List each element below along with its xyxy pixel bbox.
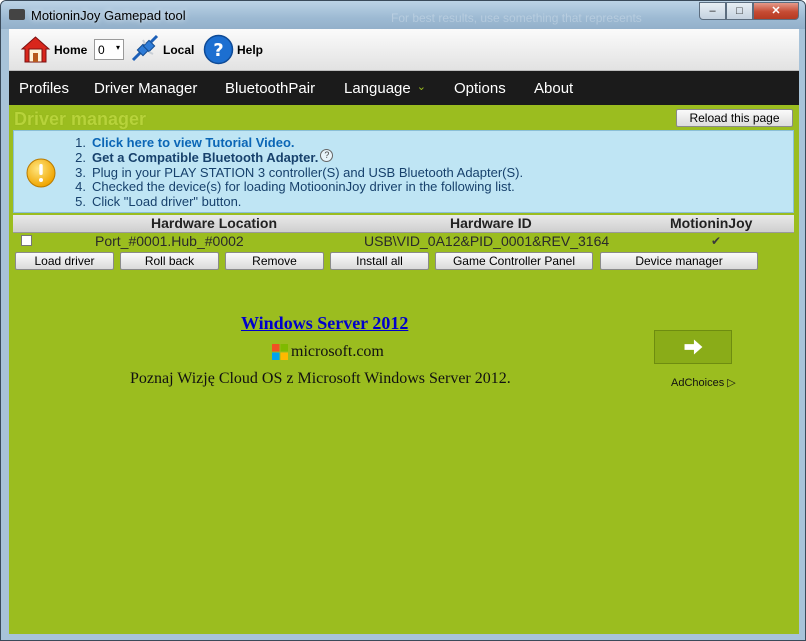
install-all-button[interactable]: Install all	[330, 252, 429, 270]
driver-loaded-check-icon: ✔	[711, 234, 722, 248]
instruction-item: 5. Click "Load driver" button.	[66, 193, 523, 210]
tutorial-video-link[interactable]: Click here to view Tutorial Video.	[92, 135, 295, 150]
svg-text:?: ?	[213, 40, 223, 61]
instruction-item: 4. Checked the device(s) for loading Moti…	[66, 179, 523, 195]
local-label[interactable]: Local	[163, 43, 194, 57]
instruction-number: 5.	[75, 193, 86, 209]
app-window: MotioninJoy Gamepad tool For best result…	[0, 0, 806, 641]
hardware-id-cell: USB\VID_0A12&PID_0001&REV_3164	[364, 233, 610, 249]
ad-choices-icon: ▷	[727, 377, 736, 389]
ad-domain[interactable]: microsoft.com	[291, 343, 384, 361]
home-icon[interactable]	[20, 34, 51, 65]
ad-choices-link[interactable]: AdChoices ▷	[671, 376, 736, 389]
title-bar-background-text: For best results, use something that rep…	[391, 11, 642, 25]
ad-title-link[interactable]: Windows Server 2012	[241, 313, 408, 334]
menu-options[interactable]: Options	[454, 80, 506, 97]
menu-language[interactable]: Language ⌄	[344, 80, 426, 97]
client-area: Home 0 ▾ Local ? Help Profiles Driver Ma…	[9, 29, 799, 634]
instruction-number: 2.	[75, 149, 86, 165]
instruction-item: 2. Get a Compatible Bluetooth Adapter.?	[66, 148, 523, 166]
hardware-location-cell: Port_#0001.Hub_#0002	[95, 233, 244, 249]
chevron-down-icon: ⌄	[416, 81, 426, 93]
help-icon[interactable]: ?	[203, 34, 234, 65]
game-controller-panel-button[interactable]: Game Controller Panel	[435, 252, 593, 270]
instructions-box: 1. Click here to view Tutorial Video. 2. G…	[13, 130, 794, 213]
instruction-text: Click "Load driver" button.	[92, 193, 242, 209]
load-driver-button[interactable]: Load driver	[15, 252, 114, 270]
title-bar[interactable]: MotioninJoy Gamepad tool For best result…	[1, 1, 805, 29]
ad-go-button[interactable]	[654, 330, 732, 364]
compatible-adapter-text: Get a Compatible Bluetooth Adapter.	[92, 149, 319, 165]
menu-driver-manager[interactable]: Driver Manager	[94, 80, 197, 97]
reload-page-button[interactable]: Reload this page	[676, 109, 793, 127]
device-manager-button[interactable]: Device manager	[600, 252, 758, 270]
menu-profiles[interactable]: Profiles	[19, 80, 69, 97]
menu-language-label: Language	[344, 80, 411, 97]
column-motioninjoy: MotioninJoy	[670, 215, 753, 231]
app-icon	[9, 9, 25, 20]
arrow-right-icon	[684, 339, 703, 355]
maximize-button[interactable]: □	[726, 2, 753, 20]
ad-choices-label: AdChoices	[671, 377, 725, 389]
toolbar: Home 0 ▾ Local ? Help	[9, 29, 799, 71]
device-table-header: Hardware Location Hardware ID MotioninJo…	[13, 215, 794, 233]
window-title: MotioninJoy Gamepad tool	[31, 8, 186, 23]
instruction-item: 3. Plug in your PLAY STATION 3 controller…	[66, 164, 524, 181]
minimize-button[interactable]: –	[699, 2, 726, 20]
instruction-item[interactable]: 1. Click here to view Tutorial Video.	[66, 135, 523, 151]
instruction-number: 1.	[75, 135, 86, 150]
help-label[interactable]: Help	[237, 43, 263, 57]
main-menu: Profiles Driver Manager BluetoothPair La…	[9, 71, 799, 105]
instruction-text: Plug in your PLAY STATION 3 controller(S…	[92, 164, 524, 180]
table-row[interactable]: Port_#0001.Hub_#0002 USB\VID_0A12&PID_00…	[13, 233, 794, 250]
device-checkbox[interactable]	[21, 235, 32, 246]
remove-button[interactable]: Remove	[225, 252, 324, 270]
menu-about[interactable]: About	[534, 80, 573, 97]
column-hardware-location: Hardware Location	[151, 215, 278, 231]
controller-index-value: 0	[98, 43, 105, 57]
menu-bluetooth-pair[interactable]: BluetoothPair	[225, 80, 315, 97]
instruction-list: 1. Click here to view Tutorial Video. 2. G…	[66, 135, 524, 210]
close-button[interactable]: ✕	[753, 2, 799, 20]
instruction-number: 3.	[75, 164, 86, 180]
warning-icon	[26, 158, 56, 188]
disconnected-plug-icon[interactable]	[129, 34, 160, 65]
page-title: Driver manager	[14, 109, 147, 129]
question-icon[interactable]: ?	[320, 148, 334, 162]
controller-index-select[interactable]: 0 ▾	[94, 39, 124, 60]
driver-manager-page: Driver manager Reload this page 1. Click …	[9, 105, 799, 634]
chevron-down-icon: ▾	[115, 43, 120, 52]
home-label[interactable]: Home	[54, 43, 87, 57]
microsoft-logo-icon	[272, 344, 288, 360]
ad-description: Poznaj Wizję Cloud OS z Microsoft Window…	[130, 370, 511, 387]
instruction-number: 4.	[75, 179, 86, 194]
roll-back-button[interactable]: Roll back	[120, 252, 219, 270]
column-hardware-id: Hardware ID	[450, 215, 532, 231]
instruction-text: Checked the device(s) for loading Motioo…	[92, 179, 515, 194]
